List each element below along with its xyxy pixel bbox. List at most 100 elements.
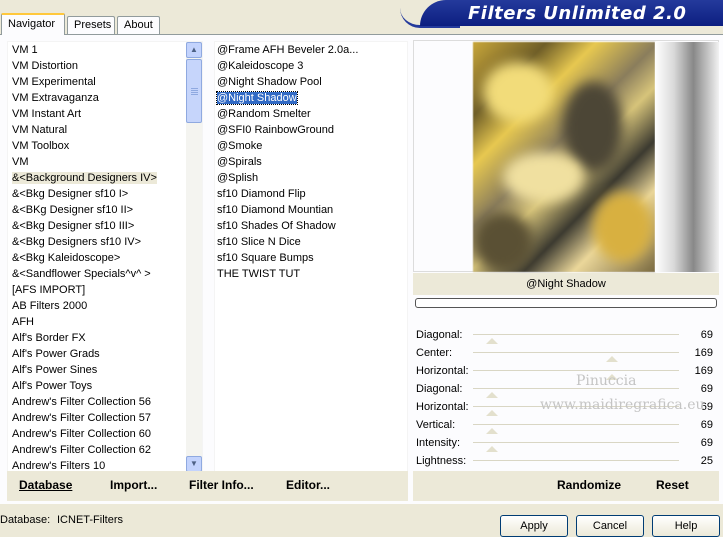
slider-label: Lightness:	[416, 455, 467, 467]
category-item-label: Andrew's Filter Collection 62	[12, 444, 152, 456]
apply-button[interactable]: Apply	[500, 515, 568, 537]
cancel-button[interactable]: Cancel	[576, 515, 644, 537]
category-item[interactable]: Alf's Power Grads	[8, 346, 202, 362]
preview-panel	[413, 40, 719, 272]
category-item-label: AFH	[12, 316, 34, 328]
category-item[interactable]: &<Bkg Kaleidoscope>	[8, 250, 202, 266]
filter-list[interactable]: @Frame AFH Beveler 2.0a... @Kaleidoscope …	[214, 41, 408, 473]
tab-presets[interactable]: Presets	[67, 16, 115, 34]
filter-item[interactable]: sf10 Diamond Mountian	[215, 202, 407, 218]
import-button[interactable]: Import...	[110, 478, 157, 492]
category-item[interactable]: Andrew's Filter Collection 57	[8, 410, 202, 426]
filter-item[interactable]: @Random Smelter	[215, 106, 407, 122]
filter-item-label: sf10 Diamond Mountian	[217, 204, 334, 216]
slider-diagonal[interactable]: Diagonal: 69	[413, 326, 719, 344]
category-item[interactable]: [AFS IMPORT]	[8, 282, 202, 298]
slider-track[interactable]	[473, 424, 679, 425]
slider-label: Center:	[416, 347, 453, 359]
category-item[interactable]: VM 1	[8, 42, 202, 58]
filter-item-label: @Night Shadow	[216, 91, 298, 105]
filter-item[interactable]: @Spirals	[215, 154, 407, 170]
filter-item[interactable]: sf10 Shades Of Shadow	[215, 218, 407, 234]
category-item[interactable]: &<BKg Designer sf10 II>	[8, 202, 202, 218]
tab-label: About	[124, 19, 153, 31]
filter-item[interactable]: @Night Shadow Pool	[215, 74, 407, 90]
filter-info-button[interactable]: Filter Info...	[189, 478, 254, 492]
category-item[interactable]: VM Natural	[8, 122, 202, 138]
category-scrollbar[interactable]: ▲ ▼	[186, 42, 202, 472]
toolbar-left: Database Import... Filter Info... Editor…	[7, 471, 408, 501]
reset-button[interactable]: Reset	[656, 478, 689, 492]
category-item[interactable]: &<Bkg Designer sf10 III>	[8, 218, 202, 234]
category-item[interactable]: VM Toolbox	[8, 138, 202, 154]
watermark-name: Pinuccia	[576, 373, 637, 389]
tab-navigator[interactable]: Navigator	[1, 13, 65, 35]
help-button[interactable]: Help	[652, 515, 720, 537]
category-list[interactable]: VM 1 VM Distortion VM Experimental VM Extra…	[7, 41, 203, 473]
filter-item[interactable]: sf10 Square Bumps	[215, 250, 407, 266]
filter-item[interactable]: sf10 Diamond Flip	[215, 186, 407, 202]
filter-item-label: @Night Shadow Pool	[217, 76, 322, 88]
category-item[interactable]: AB Filters 2000	[8, 298, 202, 314]
category-item-label: Andrew's Filter Collection 60	[12, 428, 152, 440]
randomize-button[interactable]: Randomize	[557, 478, 621, 492]
slider-vertical[interactable]: Vertical: 69	[413, 416, 719, 434]
app-banner: Filters Unlimited 2.0	[420, 0, 723, 26]
slider-track[interactable]	[473, 370, 679, 371]
filter-item[interactable]: @Smoke	[215, 138, 407, 154]
slider-label: Diagonal:	[416, 383, 463, 395]
slider-value: 69	[700, 437, 713, 449]
category-item-label: VM Natural	[12, 124, 68, 136]
filter-item[interactable]: THE TWIST TUT	[215, 266, 407, 282]
filter-item[interactable]: @Splish	[215, 170, 407, 186]
filter-item[interactable]: @Kaleidoscope 3	[215, 58, 407, 74]
slider-value: 69	[700, 383, 713, 395]
slider-track[interactable]	[473, 352, 679, 353]
slider-diagonal-2[interactable]: Diagonal: 69	[413, 380, 719, 398]
category-item-label: Alf's Power Sines	[12, 364, 98, 376]
category-item-label: &<Bkg Designer sf10 III>	[12, 220, 135, 232]
slider-track[interactable]	[473, 460, 679, 461]
filter-item[interactable]: sf10 Slice N Dice	[215, 234, 407, 250]
category-item[interactable]: Alf's Border FX	[8, 330, 202, 346]
category-item[interactable]: Andrew's Filter Collection 56	[8, 394, 202, 410]
category-item[interactable]: Andrew's Filter Collection 62	[8, 442, 202, 458]
import-label: Import...	[110, 478, 158, 492]
category-item[interactable]: AFH	[8, 314, 202, 330]
slider-track[interactable]	[473, 334, 679, 335]
filter-item[interactable]: @SFI0 RainbowGround	[215, 122, 407, 138]
tab-label: Navigator	[8, 18, 56, 30]
slider-lightness[interactable]: Lightness: 25	[413, 452, 719, 470]
slider-track[interactable]	[473, 442, 679, 443]
tab-about[interactable]: About	[117, 16, 160, 34]
slider-horizontal[interactable]: Horizontal: 169	[413, 362, 719, 380]
slider-intensity[interactable]: Intensity: 69	[413, 434, 719, 452]
category-item[interactable]: VM Distortion	[8, 58, 202, 74]
category-item[interactable]: &<Bkg Designer sf10 I>	[8, 186, 202, 202]
category-item[interactable]: Alf's Power Toys	[8, 378, 202, 394]
database-button[interactable]: Database	[19, 478, 72, 492]
category-item[interactable]: Andrew's Filter Collection 60	[8, 426, 202, 442]
category-item[interactable]: VM	[8, 154, 202, 170]
scroll-thumb[interactable]	[186, 59, 202, 123]
help-label: Help	[674, 520, 698, 532]
category-item[interactable]: &<Background Designers IV>	[8, 170, 202, 186]
editor-button[interactable]: Editor...	[286, 478, 330, 492]
category-item[interactable]: Alf's Power Sines	[8, 362, 202, 378]
slider-label: Vertical:	[416, 419, 456, 431]
category-item-label: Andrew's Filter Collection 57	[12, 412, 152, 424]
slider-label: Horizontal:	[416, 365, 469, 377]
category-item[interactable]: VM Instant Art	[8, 106, 202, 122]
scroll-up-icon[interactable]: ▲	[186, 42, 202, 58]
category-item[interactable]: VM Experimental	[8, 74, 202, 90]
category-item[interactable]: &<Bkg Designers sf10 IV>	[8, 234, 202, 250]
slider-center[interactable]: Center: 169	[413, 344, 719, 362]
filter-item[interactable]: @Frame AFH Beveler 2.0a...	[215, 42, 407, 58]
filter-info-label: Filter Info...	[189, 478, 254, 492]
filter-item[interactable]: @Night Shadow	[215, 90, 407, 106]
category-item-label: VM Toolbox	[12, 140, 70, 152]
blob	[483, 62, 553, 122]
toolbar-right: Randomize Reset	[413, 471, 719, 501]
category-item[interactable]: VM Extravaganza	[8, 90, 202, 106]
category-item[interactable]: &<Sandflower Specials^v^ >	[8, 266, 202, 282]
